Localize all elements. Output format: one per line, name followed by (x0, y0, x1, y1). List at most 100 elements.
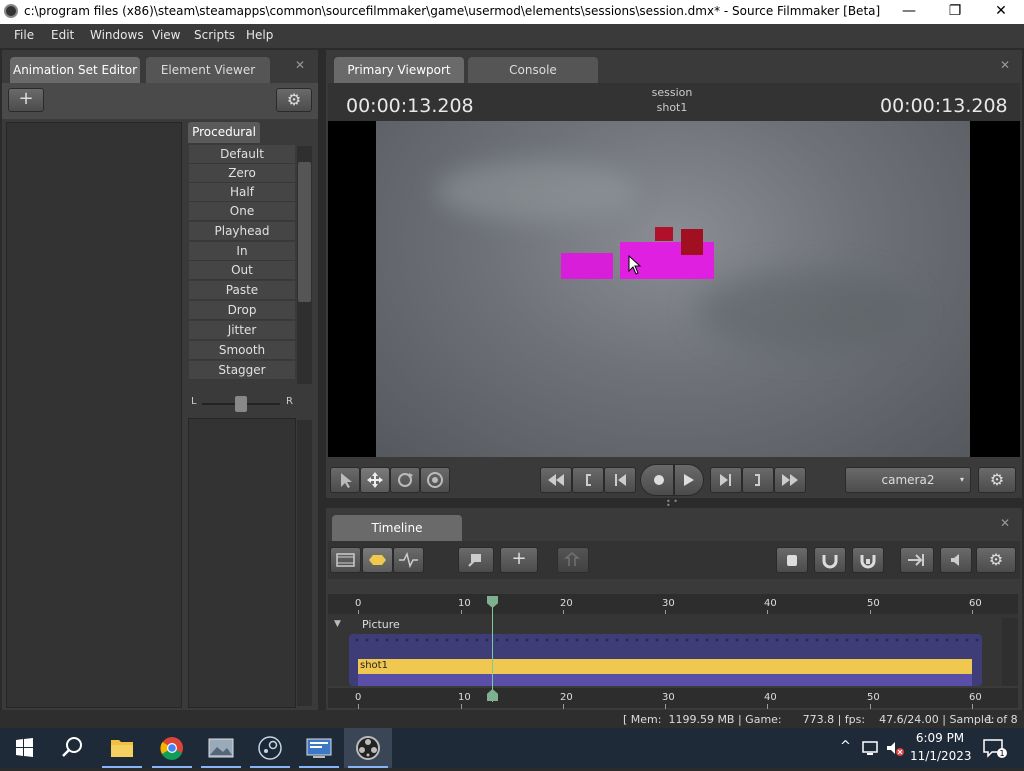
chrome-icon[interactable] (148, 728, 196, 768)
viewport-close-icon[interactable]: ✕ (1000, 58, 1010, 72)
record-icon[interactable] (640, 464, 674, 496)
minimize-button[interactable]: — (886, 0, 932, 24)
procedural-item-playhead[interactable]: Playhead (189, 222, 295, 241)
tab-animation-set-editor[interactable]: Animation Set Editor (10, 57, 140, 83)
close-button[interactable]: ✕ (978, 0, 1024, 24)
move-up-icon[interactable] (557, 547, 589, 573)
menu-scripts[interactable]: Scripts (194, 28, 235, 42)
notification-icon[interactable]: 1 (980, 736, 1008, 763)
ruler-tick-mark (767, 704, 768, 709)
track-label: Picture (362, 618, 400, 631)
slider-right-label: R (286, 396, 293, 407)
playhead-line[interactable] (492, 598, 493, 702)
procedural-item-drop[interactable]: Drop (189, 301, 295, 320)
windows-start-icon[interactable] (0, 728, 48, 768)
tray-date[interactable]: 11/1/2023 (910, 749, 972, 763)
mark-out-icon[interactable] (742, 467, 774, 493)
motion-editor-icon[interactable] (362, 547, 393, 573)
tab-procedural[interactable]: Procedural (188, 122, 260, 143)
shot-clip-body (358, 674, 972, 686)
timeline-gear-icon[interactable]: ⚙ (976, 547, 1016, 573)
fast-forward-icon[interactable] (774, 467, 806, 493)
menu-edit[interactable]: Edit (51, 28, 74, 42)
add-animation-set-button[interactable]: + (8, 88, 44, 112)
volume-muted-icon[interactable] (884, 738, 906, 761)
snap-frame-icon[interactable] (852, 547, 884, 573)
balance-slider-thumb[interactable] (235, 396, 247, 412)
play-icon[interactable] (674, 464, 704, 496)
procedural-item-in[interactable]: In (189, 242, 295, 261)
file-explorer-icon[interactable] (98, 728, 146, 768)
camera-select-label: camera2 (881, 473, 935, 487)
timeline-close-icon[interactable]: ✕ (1000, 516, 1010, 530)
procedural-item-half[interactable]: Half (189, 183, 295, 202)
tab-console[interactable]: Console (468, 57, 598, 83)
rewind-icon[interactable] (540, 467, 572, 493)
collapse-icon[interactable]: ▼ (334, 619, 341, 629)
control-panel-icon[interactable] (295, 728, 343, 768)
viewport-render[interactable] (376, 121, 970, 457)
ruler-tick-label: 10 (458, 692, 471, 703)
tab-element-viewer[interactable]: Element Viewer (146, 57, 270, 83)
sliders-scrollbar[interactable] (297, 420, 312, 706)
move-tool-icon[interactable] (360, 467, 390, 493)
procedural-item-paste[interactable]: Paste (189, 281, 295, 300)
viewport-gear-icon[interactable]: ⚙ (978, 467, 1016, 493)
procedural-item-smooth[interactable]: Smooth (189, 341, 295, 360)
steam-icon[interactable] (246, 728, 294, 768)
left-panel-close-icon[interactable]: ✕ (295, 58, 305, 72)
procedural-item-default[interactable]: Default (189, 145, 295, 164)
snap-magnet-icon[interactable] (814, 547, 846, 573)
procedural-item-zero[interactable]: Zero (189, 164, 295, 183)
pivot-tool-icon[interactable] (420, 467, 450, 493)
lock-icon[interactable] (776, 547, 808, 573)
network-icon[interactable] (860, 738, 882, 761)
procedural-item-out[interactable]: Out (189, 261, 295, 280)
ruler-tick-label: 60 (969, 692, 982, 703)
search-icon[interactable] (48, 728, 96, 768)
shot-clip[interactable]: shot1 (358, 659, 972, 674)
tray-time[interactable]: 6:09 PM (910, 731, 970, 745)
tray-chevron-icon[interactable]: ^ (840, 739, 851, 754)
cloud-shape-2 (696, 271, 916, 351)
tab-primary-viewport[interactable]: Primary Viewport (334, 57, 464, 83)
splitter-grip[interactable]: • • • (666, 498, 680, 510)
next-frame-icon[interactable] (710, 467, 742, 493)
missing-texture-model (561, 253, 613, 279)
source-filmmaker-taskbar-icon[interactable] (344, 728, 392, 768)
procedural-item-jitter[interactable]: Jitter (189, 321, 295, 340)
shot-name: shot1 (656, 101, 688, 114)
red-object (655, 227, 673, 241)
left-gear-icon[interactable]: ⚙ (276, 88, 312, 112)
svg-text:1: 1 (999, 749, 1004, 758)
menu-file[interactable]: File (14, 28, 34, 42)
menu-view[interactable]: View (152, 28, 180, 42)
photos-app-icon[interactable] (197, 728, 245, 768)
prev-frame-icon[interactable] (604, 467, 636, 493)
maximize-button[interactable]: ❐ (932, 0, 978, 24)
timeline-add-icon[interactable]: + (500, 547, 538, 573)
tab-timeline[interactable]: Timeline (332, 515, 462, 541)
mark-in-icon[interactable] (572, 467, 604, 493)
ruler-tick-label: 20 (560, 692, 573, 703)
jump-to-end-icon[interactable] (900, 547, 934, 573)
rotate-tool-icon[interactable] (390, 467, 420, 493)
ruler-tick-label: 50 (867, 598, 880, 609)
speaker-icon[interactable] (940, 547, 972, 573)
sliders-area (188, 418, 296, 708)
graph-editor-icon[interactable] (393, 547, 424, 573)
select-tool-icon[interactable] (330, 467, 360, 493)
animation-set-list[interactable] (6, 122, 182, 708)
menu-windows[interactable]: Windows (90, 28, 144, 42)
procedural-item-one[interactable]: One (189, 202, 295, 221)
add-track-tool-icon[interactable] (458, 547, 494, 573)
ruler-tick-label: 60 (969, 598, 982, 609)
procedural-scrollbar-thumb[interactable] (298, 162, 311, 302)
ruler-tick-label: 20 (560, 598, 573, 609)
left-toolbar (2, 83, 318, 119)
procedural-item-stagger[interactable]: Stagger (189, 361, 295, 380)
camera-select[interactable]: camera2 ▾ (845, 467, 971, 493)
timeline-scrollbar[interactable] (1002, 618, 1018, 686)
clip-editor-icon[interactable] (330, 547, 361, 573)
menu-help[interactable]: Help (246, 28, 273, 42)
